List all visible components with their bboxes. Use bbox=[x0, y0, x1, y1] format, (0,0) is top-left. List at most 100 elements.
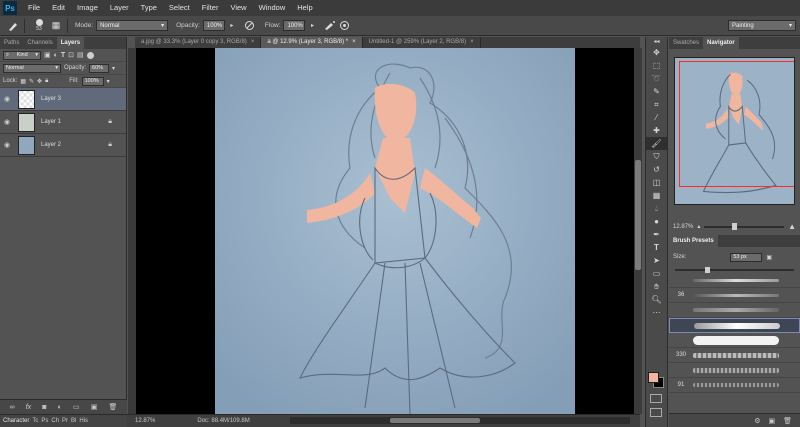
zoom-in-icon[interactable]: ▲ bbox=[788, 222, 796, 231]
menu-window[interactable]: Window bbox=[253, 0, 292, 16]
tab-paths[interactable]: Paths bbox=[0, 37, 23, 49]
tab-ps[interactable]: Ps bbox=[41, 418, 48, 424]
menu-file[interactable]: File bbox=[22, 0, 46, 16]
menu-image[interactable]: Image bbox=[71, 0, 104, 16]
slider-knob[interactable] bbox=[705, 267, 710, 273]
opacity-input[interactable]: 100% bbox=[202, 20, 225, 31]
new-brush-icon[interactable]: ▣ bbox=[766, 254, 772, 261]
pen-tool-icon[interactable]: ✒ bbox=[646, 228, 667, 241]
crop-tool-icon[interactable]: ⌗ bbox=[646, 98, 667, 111]
navigator-view-box[interactable] bbox=[679, 61, 794, 187]
doc-tab-a[interactable]: a @ 12.9% (Layer 3, RGB/8) * × bbox=[261, 37, 363, 48]
brush-preset-row-selected[interactable] bbox=[669, 318, 800, 333]
brush-preset-row[interactable]: 36 bbox=[669, 288, 800, 303]
lock-position-icon[interactable]: ✥ bbox=[37, 78, 42, 85]
brush-preset-row[interactable] bbox=[669, 273, 800, 288]
brush-preset-row[interactable]: 330 bbox=[669, 348, 800, 363]
horizontal-scroll-thumb[interactable] bbox=[390, 418, 480, 423]
filter-adjustment-icon[interactable]: ◐ bbox=[54, 52, 58, 59]
screen-mode-icon[interactable] bbox=[650, 408, 662, 417]
brush-panel-toggle-icon[interactable]: ▦ bbox=[49, 19, 63, 33]
trash-icon[interactable]: 🗑︎ bbox=[783, 417, 792, 425]
close-icon[interactable]: × bbox=[352, 37, 356, 48]
lock-pixels-icon[interactable]: ✎ bbox=[29, 78, 34, 85]
menu-filter[interactable]: Filter bbox=[196, 0, 225, 16]
menu-type[interactable]: Type bbox=[135, 0, 163, 16]
tab-brush-presets[interactable]: Brush Presets bbox=[669, 235, 718, 247]
clone-stamp-tool-icon[interactable]: ⛉ bbox=[646, 150, 667, 163]
close-icon[interactable]: × bbox=[470, 37, 474, 48]
filter-smart-object-icon[interactable]: ▤ bbox=[77, 51, 84, 59]
tab-channels[interactable]: Channels bbox=[23, 37, 56, 49]
brush-tool-icon[interactable] bbox=[6, 19, 20, 33]
filter-type-icon[interactable]: T bbox=[61, 52, 65, 59]
fill-dropdown-icon[interactable]: ▾ bbox=[107, 78, 110, 85]
brush-preset-row[interactable]: 91 bbox=[669, 378, 800, 393]
close-icon[interactable]: × bbox=[251, 37, 255, 48]
brush-preset-picker[interactable]: 53 bbox=[29, 19, 49, 33]
airbrush-icon[interactable] bbox=[323, 19, 337, 33]
blur-tool-icon[interactable]: 💧︎ bbox=[646, 202, 667, 215]
history-brush-tool-icon[interactable]: ↺ bbox=[646, 163, 667, 176]
tab-tc[interactable]: Tc bbox=[32, 418, 38, 424]
brush-settings-icon[interactable]: ⚙ bbox=[754, 417, 760, 425]
dodge-tool-icon[interactable]: ● bbox=[646, 215, 667, 228]
link-layers-icon[interactable]: ∞ bbox=[10, 404, 15, 411]
kind-filter-select[interactable]: ⌕ Kind ▾ bbox=[3, 50, 41, 60]
quick-select-tool-icon[interactable]: ✎ bbox=[646, 85, 667, 98]
tab-ch[interactable]: Ch bbox=[51, 418, 59, 424]
layer-row-layer-3[interactable]: ◉ Layer 3 bbox=[0, 88, 126, 111]
document-canvas[interactable] bbox=[215, 48, 575, 414]
gradient-tool-icon[interactable]: ▦ bbox=[646, 189, 667, 202]
adjustment-layer-icon[interactable]: ◐ bbox=[58, 404, 62, 411]
flow-input[interactable]: 100% bbox=[283, 20, 306, 31]
tab-navigator[interactable]: Navigator bbox=[703, 37, 739, 49]
brush-preset-row[interactable] bbox=[669, 333, 800, 348]
lasso-tool-icon[interactable]: ➰ bbox=[646, 72, 667, 85]
trash-icon[interactable]: 🗑︎ bbox=[108, 403, 117, 411]
extra-tools-icon[interactable]: ⋯ bbox=[646, 306, 667, 319]
lock-transparent-icon[interactable]: ▦ bbox=[20, 78, 26, 85]
tab-pr[interactable]: Pr bbox=[62, 418, 68, 424]
new-brush-preset-icon[interactable]: ▣ bbox=[768, 417, 775, 425]
menu-view[interactable]: View bbox=[224, 0, 252, 16]
brush-preset-row[interactable] bbox=[669, 363, 800, 378]
tab-bl[interactable]: Bl bbox=[71, 418, 76, 424]
layer-name[interactable]: Layer 1 bbox=[41, 119, 61, 125]
menu-edit[interactable]: Edit bbox=[46, 0, 71, 16]
layer-name[interactable]: Layer 2 bbox=[41, 142, 61, 148]
lock-all-icon[interactable]: 🔒︎ bbox=[45, 78, 48, 85]
zoom-tool-icon[interactable]: 🔍︎ bbox=[646, 293, 667, 306]
fill-input[interactable]: 100% bbox=[81, 76, 104, 86]
move-tool-icon[interactable]: ✥ bbox=[646, 46, 667, 59]
opacity-dropdown-icon[interactable]: ▾ bbox=[112, 65, 115, 72]
brush-tool-icon[interactable]: 🖌︎ bbox=[646, 137, 667, 150]
tab-character[interactable]: Character bbox=[3, 418, 29, 424]
brush-size-input[interactable]: 53 px bbox=[730, 252, 763, 262]
vertical-scroll-thumb[interactable] bbox=[635, 160, 641, 270]
brush-size-slider[interactable] bbox=[675, 267, 794, 273]
add-mask-icon[interactable]: ◙ bbox=[42, 404, 46, 411]
collapse-tools-icon[interactable]: ◂◂ bbox=[646, 37, 667, 46]
eyedropper-tool-icon[interactable]: ⁄ bbox=[646, 111, 667, 124]
path-selection-tool-icon[interactable]: ➤ bbox=[646, 254, 667, 267]
doc-tab-untitled-1[interactable]: Untitled-1 @ 259% (Layer 2, RGB/8) × bbox=[363, 37, 481, 48]
brush-preset-row[interactable] bbox=[669, 303, 800, 318]
doc-tab-a-jpg[interactable]: a.jpg @ 33.3% (Layer 0 copy 3, RGB/8) × bbox=[135, 37, 262, 48]
workspace-select[interactable]: Painting ▾ bbox=[728, 20, 796, 31]
layer-style-icon[interactable]: fx bbox=[26, 404, 31, 411]
layer-row-layer-2[interactable]: ◉ Layer 2 🔒︎ bbox=[0, 134, 126, 157]
eye-icon[interactable]: ◉ bbox=[0, 95, 14, 103]
eraser-tool-icon[interactable]: ◫ bbox=[646, 176, 667, 189]
opacity-dropdown-icon[interactable]: ▸ bbox=[225, 19, 239, 33]
eye-icon[interactable]: ◉ bbox=[0, 118, 14, 126]
pressure-opacity-icon[interactable] bbox=[243, 19, 257, 33]
tab-swatches[interactable]: Swatches bbox=[669, 37, 703, 49]
filter-pixel-icon[interactable]: ▣ bbox=[44, 51, 51, 59]
type-tool-icon[interactable]: T bbox=[646, 241, 667, 254]
mode-select[interactable]: Normal ▾ bbox=[96, 20, 169, 31]
layer-opacity-input[interactable]: 60% bbox=[89, 63, 110, 73]
new-group-icon[interactable]: ▭ bbox=[73, 403, 80, 411]
foreground-color-swatch[interactable] bbox=[648, 372, 659, 383]
healing-brush-tool-icon[interactable]: ✚ bbox=[646, 124, 667, 137]
